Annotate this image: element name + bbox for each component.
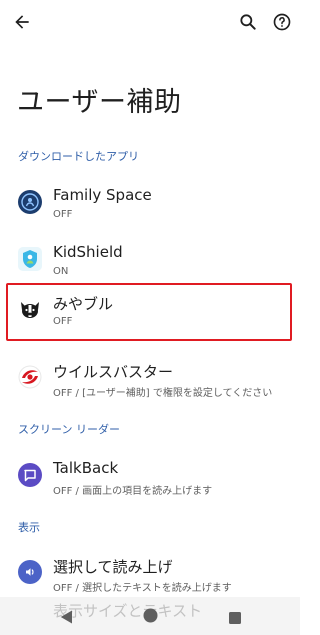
section-header-downloaded-apps: ダウンロードしたアプリ — [18, 150, 139, 163]
item-title: 選択して読み上げ — [53, 558, 173, 576]
virus-buster-icon — [18, 365, 42, 389]
nav-recents-icon[interactable] — [229, 609, 241, 628]
partially-hidden-item-title: 表示サイズとテキスト — [53, 602, 203, 620]
item-title: ウイルスバスター — [53, 363, 174, 381]
kidshield-icon — [18, 247, 42, 271]
item-status: ON — [53, 266, 69, 277]
list-item-family-space[interactable]: Family Space OFF — [0, 178, 300, 234]
item-status: OFF / [ユーザー補助] で権限を設定してください — [53, 388, 273, 399]
item-status: OFF / 画面上の項目を読み上げます — [53, 486, 213, 497]
section-header-screen-reader: スクリーン リーダー — [18, 423, 120, 436]
item-title: Family Space — [53, 186, 152, 204]
select-to-speak-icon — [18, 560, 42, 584]
help-circle-icon[interactable] — [268, 8, 296, 36]
page-title: ユーザー補助 — [17, 87, 182, 118]
search-icon[interactable] — [234, 8, 262, 36]
talkback-icon — [18, 463, 42, 487]
list-item-talkback[interactable]: TalkBack OFF / 画面上の項目を読み上げます — [0, 451, 300, 507]
item-title: KidShield — [53, 243, 123, 261]
list-item-select-to-speak[interactable]: 選択して読み上げ OFF / 選択したテキストを読み上げます — [0, 548, 300, 604]
highlight-box — [6, 283, 292, 341]
nav-back-icon[interactable] — [60, 609, 73, 628]
nav-home-icon[interactable] — [143, 608, 158, 627]
item-title: TalkBack — [53, 459, 119, 477]
family-space-icon — [18, 190, 42, 214]
list-item-virus-buster[interactable]: ウイルスバスター OFF / [ユーザー補助] で権限を設定してください — [0, 353, 300, 409]
back-arrow-icon[interactable] — [8, 8, 36, 36]
system-navigation-bar: 表示サイズとテキスト — [0, 597, 300, 635]
app-bar — [0, 0, 300, 44]
item-status: OFF — [53, 209, 73, 220]
item-status: OFF / 選択したテキストを読み上げます — [53, 583, 232, 594]
section-header-display: 表示 — [18, 521, 40, 534]
